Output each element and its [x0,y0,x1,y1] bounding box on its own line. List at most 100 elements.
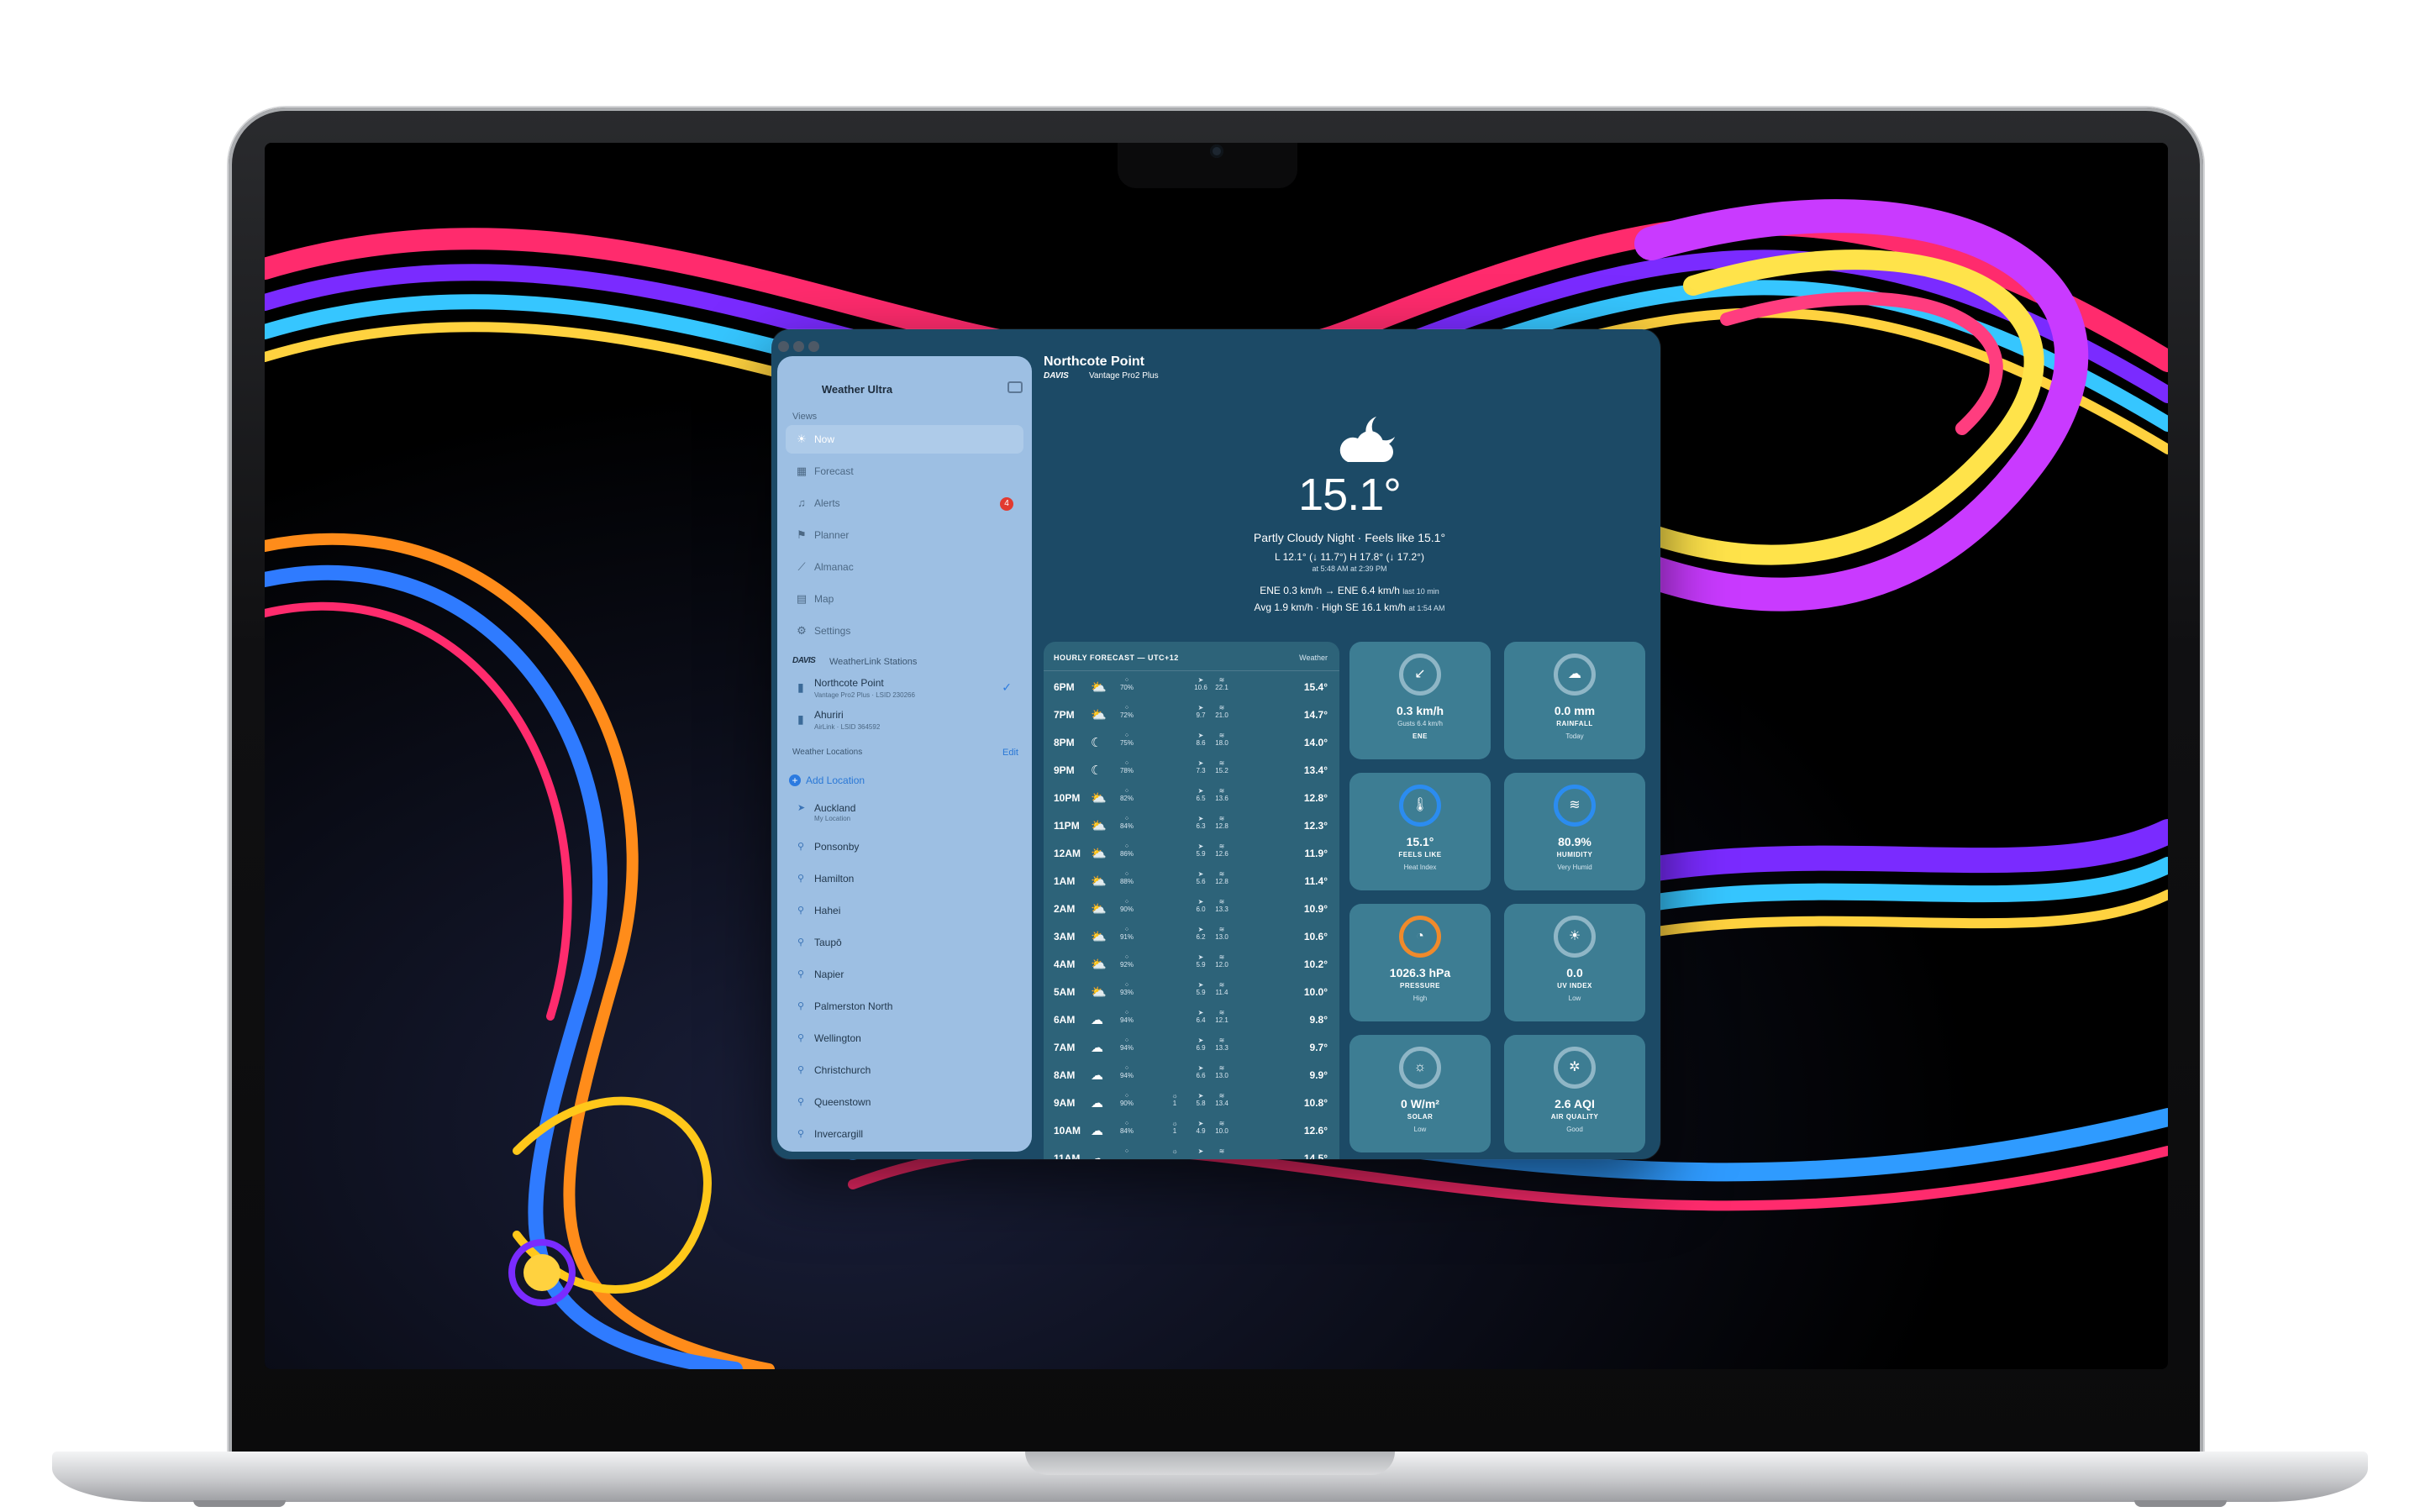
condition-card[interactable]: ◔ 1026.3 hPa PRESSURE High [1349,904,1491,1021]
condition-card[interactable]: ≋ 80.9% HUMIDITY Very Humid [1504,773,1645,890]
location-item-invercargill[interactable]: ⚲ Invercargill [786,1121,1023,1149]
edit-locations-button[interactable]: Edit [1002,748,1018,758]
wind-speed: ➤ 5.9 [1196,981,1206,996]
hour-temperature: 10.6° [1303,931,1328,942]
card-status: Low [1568,995,1581,1002]
divider [1044,670,1339,671]
wind-speed: ➤ 4.9 [1196,1120,1206,1135]
air-quality-icon: ✲ [1554,1047,1596,1089]
hourly-row: 10PM ⛅ ⁘ 82% ➤ 6.5 ≋ 13.6 12.8° [1044,785,1339,812]
location-name: Napier [814,969,844,980]
location-item-napier[interactable]: ⚲ Napier [786,961,1023,990]
wind-speed: ➤ 10.6 [1194,676,1207,691]
sidebar-item-almanac[interactable]: ⟋ Almanac [786,553,1023,581]
location-name: Taupō [814,937,842,948]
hour-label: 3AM [1054,931,1076,942]
views-section-label: Views [792,412,818,422]
pin-icon: ⚲ [797,937,805,948]
pin-icon: ⚲ [797,1065,805,1075]
location-name: Wellington [814,1032,861,1044]
card-label: PRESSURE [1399,982,1440,990]
station-detail: Vantage Pro2 Plus · LSID 230266 [814,691,915,699]
location-item-ponsonby[interactable]: ⚲ Ponsonby [786,833,1023,862]
station-name: Northcote Point [814,677,884,689]
thermometer-icon: 🌡 [1399,785,1441,827]
location-item-wellington[interactable]: ⚲ Wellington [786,1025,1023,1053]
sidebar-item-now[interactable]: ☀ Now [786,425,1023,454]
hourly-row: 6AM ☁ ⁘ 94% ➤ 6.4 ≋ 12.1 9.8° [1044,1006,1339,1034]
close-window-button[interactable] [778,341,789,352]
sidebar-item-alerts[interactable]: ♫ Alerts 4 [786,489,1023,517]
station-item-northcote-point[interactable]: ▮ Northcote Point Vantage Pro2 Plus · LS… [786,675,1023,707]
wind-gust: ≋ 15.2 [1215,759,1228,774]
card-status: Very Humid [1557,864,1592,871]
location-item-taupo[interactable]: ⚲ Taupō [786,929,1023,958]
hour-label: 8AM [1054,1069,1076,1081]
wind-speed: ➤ 7.3 [1196,759,1206,774]
sidebar-item-settings[interactable]: ⚙ Settings [786,617,1023,645]
card-status: Today [1565,732,1584,740]
station-item-ahuriri[interactable]: ▮ Ahuriri AirLink · LSID 364592 [786,707,1023,739]
location-name: Ponsonby [814,841,860,853]
hourly-row: 9AM ☁ ⁘ 90% ☼ 1 ➤ 5.8 ≋ 13.4 10.8° [1044,1089,1339,1117]
hourly-forecast-header: HOURLY FORECAST — UTC+12 [1054,654,1179,662]
rain-chance: ⁘ 86% [1119,843,1134,858]
partly-cloudy-icon: ⛅ [1091,985,1107,1000]
hourly-row: 8PM ☾ ⁘ 75% ➤ 8.6 ≋ 18.0 14.0° [1044,729,1339,757]
rain-chance: ⁘ [1123,1147,1130,1155]
location-item-hamilton[interactable]: ⚲ Hamilton [786,865,1023,894]
condition-card[interactable]: ☀ 0.0 UV INDEX Low [1504,904,1645,1021]
condition-card[interactable]: ✲ 2.6 AQI AIR QUALITY Good [1504,1035,1645,1152]
hourly-forecast-panel[interactable]: HOURLY FORECAST — UTC+12 Weather 6PM ⛅ ⁘ 70… [1044,642,1339,1159]
calendar-icon: ▦ [796,465,808,477]
bell-icon: ♫ [797,496,806,509]
condition-card[interactable]: ↙ 0.3 km/h Gusts 6.4 km/h ENE [1349,642,1491,759]
card-status: Low [1413,1126,1427,1133]
condition-card[interactable]: ☼ 0 W/m² SOLAR Low [1349,1035,1491,1152]
zoom-window-button[interactable] [808,341,819,352]
wind-speed: ➤ 5.8 [1196,1092,1206,1107]
hour-label: 1AM [1054,875,1076,887]
wind-gust: ≋ 10.0 [1215,1120,1228,1135]
partly-cloudy-icon: ⛅ [1091,791,1107,806]
card-value: 0.0 mm [1554,704,1596,717]
rain-chance: ⁘ 75% [1119,732,1134,747]
station-icon: ▮ [797,680,804,694]
sun-icon: ☀ [1554,916,1596,958]
pin-icon: ⚲ [797,1097,805,1107]
plus-icon: + [789,774,801,786]
condition-card[interactable]: 🌡 15.1° FEELS LIKE Heat Index [1349,773,1491,890]
hour-label: 12AM [1054,848,1081,859]
hourly-row: 8AM ☁ ⁘ 94% ➤ 6.6 ≋ 13.0 9.9° [1044,1062,1339,1089]
sidebar-item-forecast[interactable]: ▦ Forecast [786,457,1023,486]
hour-temperature: 11.4° [1304,875,1328,887]
minimize-window-button[interactable] [793,341,804,352]
sidebar-item-planner[interactable]: ⚑ Planner [786,521,1023,549]
location-item-palmerston-north[interactable]: ⚲ Palmerston North [786,993,1023,1021]
location-item-hahei[interactable]: ⚲ Hahei [786,897,1023,926]
hourly-row: 3AM ⛅ ⁘ 91% ➤ 6.2 ≋ 13.0 10.6° [1044,923,1339,951]
hourly-row: 6PM ⛅ ⁘ 70% ➤ 10.6 ≋ 22.1 15.4° [1044,674,1339,701]
condition-card[interactable]: ☁ 0.0 mm RAINFALL Today [1504,642,1645,759]
sidebar-item-label: Now [814,433,835,445]
partly-cloudy-icon: ⛅ [1091,847,1107,861]
sidebar-toggle-icon[interactable] [1007,381,1023,393]
location-item-queenstown[interactable]: ⚲ Queenstown [786,1089,1023,1117]
rain-chance: ⁘ 90% [1119,1092,1134,1107]
cloud-icon: ☁ [1091,1013,1103,1027]
wind-speed: ➤ 5.9 [1196,953,1206,969]
app-window[interactable]: Weather Ultra Views ☀ Now ▦ Forecast ♫ A… [771,329,1660,1159]
location-name: Invercargill [814,1128,864,1140]
pin-icon: ⚲ [797,1033,805,1043]
card-label: AIR QUALITY [1550,1113,1599,1121]
uv-value: ☼ 1 [1171,1092,1178,1107]
wind-speed: ➤ 6.4 [1196,1009,1206,1024]
location-item-christchurch[interactable]: ⚲ Christchurch [786,1057,1023,1085]
hour-temperature: 14.7° [1303,709,1328,721]
sidebar-item-map[interactable]: ▤ Map [786,585,1023,613]
hourly-row: 9PM ☾ ⁘ 78% ➤ 7.3 ≋ 15.2 13.4° [1044,757,1339,785]
app-title: Weather Ultra [821,383,893,396]
hour-label: 9PM [1054,764,1075,776]
location-item-auckland[interactable]: ➤ Auckland My Location [786,795,1023,823]
rain-chance: ⁘ 84% [1119,815,1134,830]
